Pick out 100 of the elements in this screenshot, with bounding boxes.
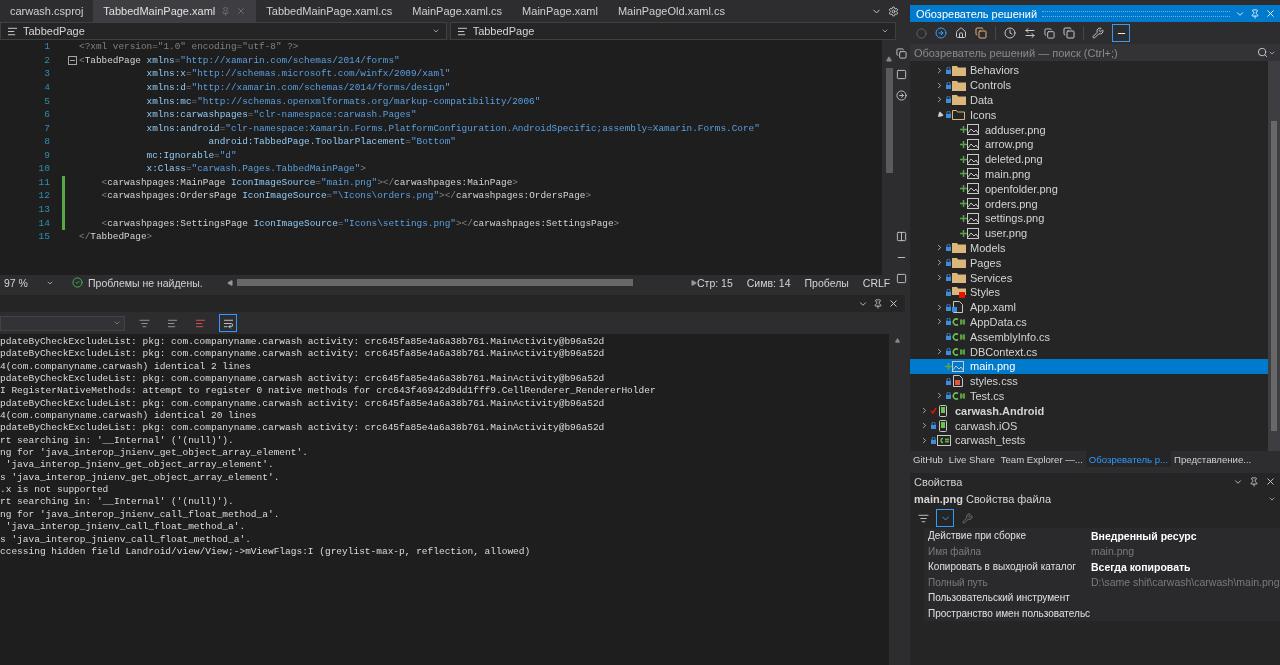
pending-changes-icon[interactable] [1004,27,1016,39]
line-ending-indicator[interactable]: CRLF [862,276,891,289]
properties-icon[interactable] [1092,27,1104,39]
tree-item[interactable]: adduser.png [910,122,1268,137]
collapsed-caret-icon[interactable] [920,421,929,430]
square-icon[interactable] [896,69,908,80]
scroll-left-icon[interactable] [227,279,233,286]
settings-icon[interactable] [888,5,899,17]
editor-tab[interactable]: TabbedMainPage.xaml.cs [256,0,403,22]
code-line: <TabbedPage xmlns="http://xamarin.com/schemas/2014/forms" [79,54,400,66]
collapsed-caret-icon[interactable] [935,258,944,268]
output-line: ccessing hidden field Landroid/view/View;->mViewFlags:I (greylist-max-p, reflection, allowed) [0,545,532,559]
code-line: xmlns:x="http://schemas.microsoft.com/winfx/2009/xaml" [145,68,451,80]
tree-item[interactable]: Icons [910,107,1268,123]
sync-icon[interactable] [1024,27,1036,39]
collapsed-caret-icon[interactable] [935,347,944,357]
expanded-caret-icon[interactable] [935,110,944,119]
word-wrap-icon[interactable] [219,314,237,332]
editor-tab[interactable]: MainPage.xaml [512,0,608,22]
pin-icon[interactable] [1249,476,1259,487]
close-icon[interactable] [1265,476,1276,487]
collapsed-caret-icon[interactable] [935,80,944,90]
collapsed-caret-icon[interactable] [935,302,944,312]
tree-item[interactable]: Test.cs [910,388,1268,404]
forward-icon[interactable] [935,27,947,39]
tree-item[interactable]: Models [910,240,1268,256]
tree-item[interactable]: Data [910,92,1268,108]
collapsed-caret-icon[interactable] [935,273,944,283]
type-dropdown[interactable]: TabbedPage [0,22,447,40]
tree-item[interactable]: AppData.cs [910,314,1268,330]
tree-item[interactable]: deleted.png [910,151,1268,167]
whitespace-indicator[interactable]: Пробелы [804,276,849,289]
panel-tab[interactable]: Live Share [945,451,998,467]
tree-item[interactable]: App.xaml [910,299,1268,315]
tree-item[interactable]: user.png [910,225,1268,241]
property-value[interactable]: Всегда копировать [1088,560,1280,573]
scroll-up-icon[interactable] [894,338,900,343]
close-icon[interactable] [1265,8,1276,19]
tree-item[interactable]: settings.png [910,210,1268,226]
tree-item[interactable]: Pages [910,255,1268,271]
search-field[interactable]: Обозреватель решений — поиск (Ctrl+;) [910,44,1280,61]
tree-item[interactable]: Services [910,270,1268,285]
editor-tab[interactable]: MainPageOld.xaml.cs [607,0,735,22]
collapsed-caret-icon[interactable] [935,317,944,327]
scrollbar-thumb[interactable] [1271,121,1277,431]
tree-item[interactable]: AssemblyInfo.cs [910,329,1268,345]
switch-views-icon[interactable] [975,27,987,39]
panel-tab[interactable]: Обозреватель р... [1085,451,1172,467]
code-line: xmlns:mc="http://schemas.openxmlformats.org/markup-compatibility/2006" [145,95,541,107]
tree-item[interactable]: main.png [910,166,1268,182]
tree-item[interactable]: openfolder.png [910,181,1268,197]
horizontal-scrollbar[interactable] [227,279,697,286]
dropdown-value: TabbedPage [472,25,536,37]
zoom-dropdown[interactable]: 97 % [0,276,58,289]
tree-item[interactable]: Behaviors [910,63,1268,78]
tree-item[interactable]: orders.png [910,196,1268,211]
tree-item[interactable]: carwash.iOS [910,418,1268,433]
tree-item[interactable]: arrow.png [910,137,1268,152]
image-icon [967,198,979,210]
navigate-icon[interactable] [896,90,908,101]
collapsed-caret-icon[interactable] [920,435,929,445]
tree-item[interactable]: main.png [910,358,1268,374]
collapsed-caret-icon[interactable] [935,243,944,253]
tree-item[interactable]: styles.css [910,373,1268,389]
tree-item[interactable]: Controls [910,77,1268,93]
panel-tab[interactable]: GitHub [910,451,946,467]
split-icon[interactable] [896,231,908,242]
pin-icon[interactable] [873,298,883,309]
square-icon[interactable] [896,273,908,284]
object-selector[interactable]: main.png Свойства файла [910,490,1280,508]
window-icon[interactable] [896,48,908,59]
tree-item[interactable]: DBContext.cs [910,344,1268,359]
editor-tab[interactable]: carwash.csproj [0,0,94,22]
scroll-right-icon[interactable] [691,279,697,286]
vertical-scrollbar[interactable] [1268,61,1280,451]
panel-tab[interactable]: Представление... [1171,451,1255,467]
pin-icon[interactable] [1250,8,1260,19]
collapsed-caret-icon[interactable] [935,95,944,105]
code-line: x:Class="carwash.Pages.TabbedMainPage"> [145,163,366,175]
collapsed-caret-icon[interactable] [920,406,929,416]
collapsed-caret-icon[interactable] [935,65,944,75]
scrollbar-thumb[interactable] [885,68,893,173]
panel-tab[interactable]: Team Explorer —... [997,451,1086,467]
scrollbar-thumb[interactable] [237,279,633,286]
tree-item[interactable]: Styles [910,284,1268,300]
image-icon [967,124,979,136]
tree-item[interactable]: carwash_tests [910,432,1268,448]
output-line: rt searching in: '__Internal' ('(null)'). [0,496,235,509]
scroll-up-icon[interactable] [886,56,893,62]
editor-tab[interactable]: MainPage.xaml.cs [402,0,513,22]
line-number: 12 [37,190,50,202]
collapse-icon[interactable] [67,55,77,65]
property-value[interactable]: Внедренный ресурс [1088,529,1280,542]
home-icon[interactable] [955,27,967,39]
collapsed-caret-icon[interactable] [935,391,944,401]
close-icon[interactable] [888,298,899,309]
tree-item[interactable]: carwash.Android [910,403,1268,419]
preview-icon[interactable] [1112,24,1130,42]
member-dropdown[interactable]: TabbedPage [449,22,897,40]
issues-text: Проблемы не найдены. [88,276,203,289]
